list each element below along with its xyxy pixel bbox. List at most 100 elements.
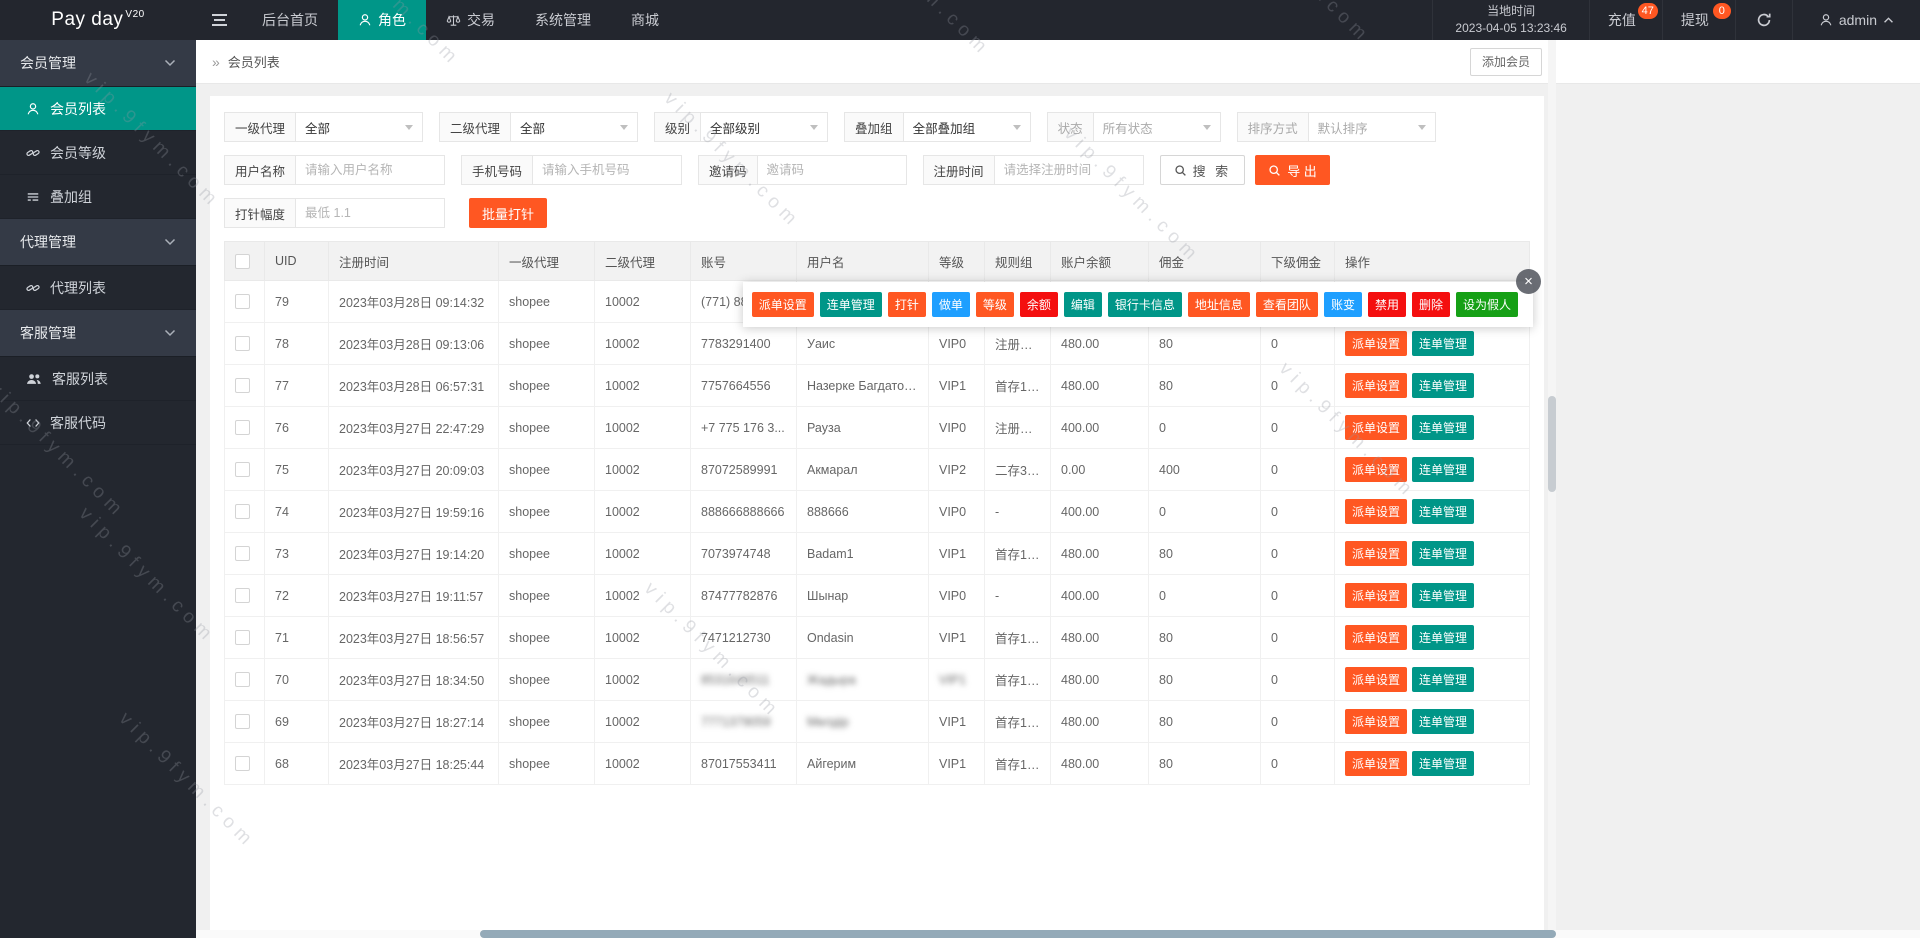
sidebar-section-2[interactable]: 客服管理 <box>0 310 196 357</box>
row-action-3[interactable]: 做单 <box>1522 667 1529 692</box>
row-action-0[interactable]: 派单设置 <box>1345 625 1408 650</box>
sidebar-item-0-0[interactable]: 会员列表 <box>0 87 196 131</box>
vertical-scrollbar-track <box>1548 40 1556 930</box>
row-action-0[interactable]: 派单设置 <box>1345 499 1408 524</box>
popup-close-button[interactable]: × <box>1516 269 1541 294</box>
row-action-3[interactable]: 做单 <box>1522 709 1529 734</box>
row-action-0[interactable]: 派单设置 <box>1345 667 1408 692</box>
popup-action-10[interactable]: 账变 <box>1323 292 1362 317</box>
select-all-checkbox[interactable] <box>235 253 250 269</box>
row-action-3[interactable]: 做单 <box>1522 583 1529 608</box>
row-action-1[interactable]: 连单管理 <box>1412 457 1475 482</box>
row-checkbox[interactable] <box>235 420 250 436</box>
row-action-1[interactable]: 连单管理 <box>1412 751 1475 776</box>
vertical-scrollbar-thumb[interactable] <box>1548 396 1556 492</box>
row-action-1[interactable]: 连单管理 <box>1412 415 1475 440</box>
row-action-1[interactable]: 连单管理 <box>1412 709 1475 734</box>
row-checkbox[interactable] <box>235 546 250 562</box>
filter-select[interactable]: 全部级别 <box>700 112 829 142</box>
row-checkbox[interactable] <box>235 294 250 310</box>
popup-action-3[interactable]: 做单 <box>931 292 970 317</box>
batch-inject-button[interactable]: 批量打针 <box>469 198 548 228</box>
nav-item-2[interactable]: 交易 <box>426 0 515 40</box>
row-action-3[interactable]: 做单 <box>1522 499 1529 524</box>
row-checkbox[interactable] <box>235 672 250 688</box>
horizontal-scrollbar-thumb[interactable] <box>480 930 1556 938</box>
row-action-0[interactable]: 派单设置 <box>1345 457 1408 482</box>
row-checkbox[interactable] <box>235 756 250 772</box>
cell-time: 2023年03月28日 09:14:32 <box>328 280 499 323</box>
row-action-0[interactable]: 派单设置 <box>1345 415 1408 440</box>
row-checkbox[interactable] <box>235 630 250 646</box>
row-action-0[interactable]: 派单设置 <box>1345 541 1408 566</box>
sidebar-item-0-2[interactable]: 叠加组 <box>0 175 196 219</box>
popup-action-2[interactable]: 打针 <box>887 292 926 317</box>
row-action-0[interactable]: 派单设置 <box>1345 583 1408 608</box>
filter-input[interactable] <box>993 155 1144 185</box>
row-action-3[interactable]: 做单 <box>1522 415 1529 440</box>
popup-action-8[interactable]: 地址信息 <box>1187 292 1250 317</box>
nav-item-0[interactable]: 后台首页 <box>242 0 338 40</box>
popup-action-5[interactable]: 余额 <box>1019 292 1058 317</box>
search-button[interactable]: 搜 索 <box>1159 155 1246 185</box>
export-button[interactable]: 导 出 <box>1255 155 1330 185</box>
filter-input[interactable] <box>532 155 683 185</box>
row-action-1[interactable]: 连单管理 <box>1412 541 1475 566</box>
sidebar-item-2-0[interactable]: 客服列表 <box>0 357 196 401</box>
nav-item-1[interactable]: 角色 <box>338 0 426 40</box>
popup-action-9[interactable]: 查看团队 <box>1255 292 1318 317</box>
popup-action-4[interactable]: 等级 <box>975 292 1014 317</box>
filter-select[interactable]: 默认排序 <box>1307 112 1436 142</box>
filter-input[interactable] <box>756 155 907 185</box>
row-action-0[interactable]: 派单设置 <box>1345 373 1408 398</box>
row-checkbox[interactable] <box>235 336 250 352</box>
recharge-button[interactable]: 充值 47 <box>1588 0 1662 40</box>
sidebar-section-1[interactable]: 代理管理 <box>0 219 196 266</box>
filter-select[interactable]: 全部叠加组 <box>902 112 1031 142</box>
row-action-1[interactable]: 连单管理 <box>1412 499 1475 524</box>
cell-agent2: 10002 <box>594 574 691 617</box>
row-action-3[interactable]: 做单 <box>1522 625 1529 650</box>
row-action-3[interactable]: 做单 <box>1522 751 1529 776</box>
inject-range-input[interactable] <box>295 198 446 228</box>
nav-item-3[interactable]: 系统管理 <box>515 0 611 40</box>
withdraw-button[interactable]: 提现 0 <box>1661 0 1735 40</box>
filter-input[interactable] <box>295 155 446 185</box>
row-action-1[interactable]: 连单管理 <box>1412 331 1475 356</box>
add-member-button[interactable]: 添加会员 <box>1469 48 1542 76</box>
row-checkbox[interactable] <box>235 714 250 730</box>
sidebar-item-0-1[interactable]: 会员等级 <box>0 131 196 175</box>
popup-action-13[interactable]: 设为假人 <box>1455 292 1518 317</box>
filter-select[interactable]: 全部 <box>295 112 424 142</box>
row-action-1[interactable]: 连单管理 <box>1412 667 1475 692</box>
row-checkbox[interactable] <box>235 462 250 478</box>
row-action-0[interactable]: 派单设置 <box>1345 751 1408 776</box>
row-action-3[interactable]: 做单 <box>1522 541 1529 566</box>
row-action-3[interactable]: 做单 <box>1522 331 1529 356</box>
popup-action-7[interactable]: 银行卡信息 <box>1107 292 1182 317</box>
popup-action-11[interactable]: 禁用 <box>1367 292 1406 317</box>
row-action-3[interactable]: 做单 <box>1522 457 1529 482</box>
popup-action-0[interactable]: 派单设置 <box>751 292 814 317</box>
popup-action-6[interactable]: 编辑 <box>1063 292 1102 317</box>
sidebar-section-0[interactable]: 会员管理 <box>0 40 196 87</box>
row-action-0[interactable]: 派单设置 <box>1345 709 1408 734</box>
menu-toggle-icon[interactable] <box>196 0 242 40</box>
sidebar-item-2-1[interactable]: 客服代码 <box>0 401 196 445</box>
refresh-button[interactable] <box>1734 0 1792 40</box>
nav-item-4[interactable]: 商城 <box>611 0 679 40</box>
row-checkbox[interactable] <box>235 504 250 520</box>
row-action-1[interactable]: 连单管理 <box>1412 625 1475 650</box>
row-checkbox[interactable] <box>235 588 250 604</box>
popup-action-1[interactable]: 连单管理 <box>819 292 882 317</box>
row-action-1[interactable]: 连单管理 <box>1412 373 1475 398</box>
popup-action-12[interactable]: 删除 <box>1411 292 1450 317</box>
user-menu[interactable]: admin <box>1791 0 1920 40</box>
row-checkbox[interactable] <box>235 378 250 394</box>
filter-select[interactable]: 所有状态 <box>1092 112 1221 142</box>
row-action-3[interactable]: 做单 <box>1522 373 1529 398</box>
row-action-1[interactable]: 连单管理 <box>1412 583 1475 608</box>
row-action-0[interactable]: 派单设置 <box>1345 331 1408 356</box>
filter-select[interactable]: 全部 <box>510 112 639 142</box>
sidebar-item-1-0[interactable]: 代理列表 <box>0 266 196 310</box>
